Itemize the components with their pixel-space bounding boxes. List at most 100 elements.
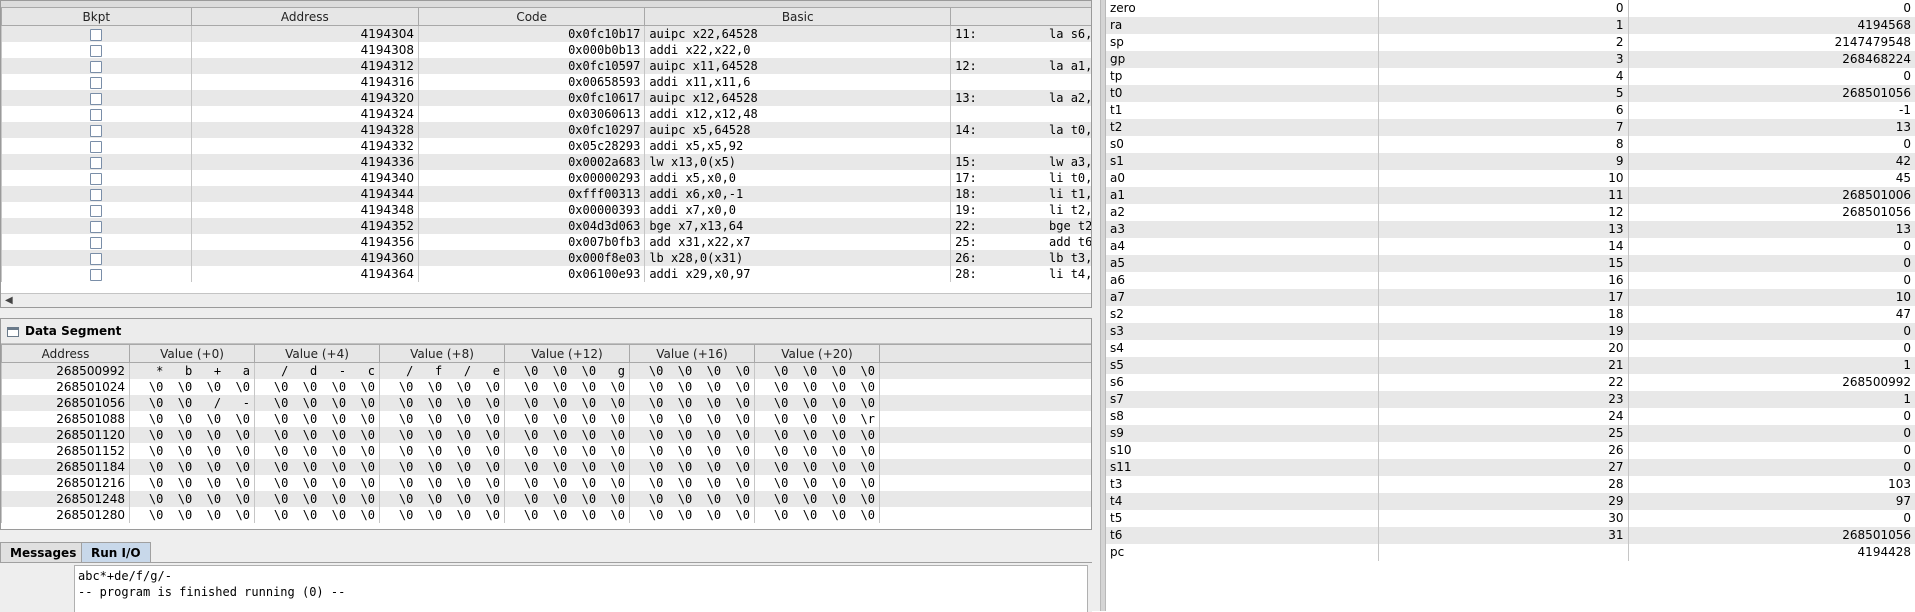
table-row[interactable]: 4194316 0x00658593 addi x11,x11,6 [1, 74, 1091, 90]
table-row[interactable]: 4194308 0x000b0b13 addi x22,x22,0 [1, 42, 1091, 58]
table-row[interactable]: 268501056 \0 \0 / - \0 \0 \0 \0 \0 \0 \0… [1, 395, 1091, 411]
breakpoint-checkbox[interactable] [90, 188, 103, 201]
table-row[interactable]: 4194328 0x0fc10297 auipc x5,64528 14: la t0… [1, 122, 1091, 138]
data-column-header[interactable]: Value (+0) [129, 344, 255, 363]
table-row[interactable]: 4194332 0x05c28293 addi x5,x5,92 [1, 138, 1091, 154]
breakpoint-checkbox[interactable] [90, 172, 103, 185]
register-row[interactable]: s11 27 0 [1106, 459, 1915, 476]
register-value[interactable]: 268501056 [1627, 85, 1915, 102]
breakpoint-checkbox[interactable] [90, 44, 103, 57]
bkpt-cell[interactable] [1, 42, 192, 58]
tab-messages[interactable]: Messages [0, 542, 87, 562]
register-row[interactable]: pc 4194428 [1106, 544, 1915, 561]
register-value[interactable]: 103 [1627, 476, 1915, 493]
register-value[interactable]: 0 [1627, 425, 1915, 442]
register-row[interactable]: t3 28 103 [1106, 476, 1915, 493]
bkpt-cell[interactable] [1, 266, 192, 282]
breakpoint-checkbox[interactable] [90, 92, 103, 105]
register-value[interactable]: 13 [1627, 119, 1915, 136]
register-row[interactable]: t4 29 97 [1106, 493, 1915, 510]
register-row[interactable]: s3 19 0 [1106, 323, 1915, 340]
register-row[interactable]: a0 10 45 [1106, 170, 1915, 187]
table-row[interactable]: 4194360 0x000f8e03 lb x28,0(x31) 26: lb t3, [1, 250, 1091, 266]
tab-run-io[interactable]: Run I/O [81, 542, 151, 562]
register-row[interactable]: t5 30 0 [1106, 510, 1915, 527]
register-value[interactable]: 0 [1627, 510, 1915, 527]
table-row[interactable]: 4194364 0x06100e93 addi x29,x0,97 28: li t4… [1, 266, 1091, 282]
register-value[interactable]: 0 [1627, 255, 1915, 272]
register-row[interactable]: sp 2 2147479548 [1106, 34, 1915, 51]
table-row[interactable]: 4194352 0x04d3d063 bge x7,x13,64 22: bge t2… [1, 218, 1091, 234]
bkpt-cell[interactable] [1, 138, 192, 154]
table-row[interactable]: 4194336 0x0002a683 lw x13,0(x5) 15: lw a3, [1, 154, 1091, 170]
register-row[interactable]: a5 15 0 [1106, 255, 1915, 272]
breakpoint-checkbox[interactable] [90, 140, 103, 153]
table-row[interactable]: 4194324 0x03060613 addi x12,x12,48 [1, 106, 1091, 122]
register-row[interactable]: t2 7 13 [1106, 119, 1915, 136]
bkpt-cell[interactable] [1, 58, 192, 74]
register-value[interactable]: 97 [1627, 493, 1915, 510]
breakpoint-checkbox[interactable] [90, 236, 103, 249]
breakpoint-checkbox[interactable] [90, 220, 103, 233]
register-value[interactable]: 268500992 [1627, 374, 1915, 391]
register-value[interactable]: 0 [1627, 340, 1915, 357]
register-row[interactable]: s4 20 0 [1106, 340, 1915, 357]
register-value[interactable]: 0 [1627, 136, 1915, 153]
register-row[interactable]: a7 17 10 [1106, 289, 1915, 306]
bkpt-cell[interactable] [1, 106, 192, 122]
register-row[interactable]: s1 9 42 [1106, 153, 1915, 170]
register-row[interactable]: s8 24 0 [1106, 408, 1915, 425]
table-row[interactable]: 268501280 \0 \0 \0 \0 \0 \0 \0 \0 \0 \0 … [1, 507, 1091, 523]
register-value[interactable]: 0 [1627, 323, 1915, 340]
bkpt-cell[interactable] [1, 250, 192, 266]
breakpoint-checkbox[interactable] [90, 204, 103, 217]
register-value[interactable]: 0 [1627, 408, 1915, 425]
register-value[interactable]: 4194568 [1627, 17, 1915, 34]
register-value[interactable]: 0 [1627, 0, 1915, 17]
column-header-basic[interactable]: Basic [644, 7, 952, 26]
register-row[interactable]: s7 23 1 [1106, 391, 1915, 408]
table-row[interactable]: 4194312 0x0fc10597 auipc x11,64528 12: la a… [1, 58, 1091, 74]
breakpoint-checkbox[interactable] [90, 76, 103, 89]
data-column-header[interactable]: Value (+8) [379, 344, 505, 363]
register-value[interactable]: 0 [1627, 459, 1915, 476]
bkpt-cell[interactable] [1, 90, 192, 106]
register-row[interactable]: s10 26 0 [1106, 442, 1915, 459]
register-row[interactable]: a6 16 0 [1106, 272, 1915, 289]
register-value[interactable]: 4194428 [1627, 544, 1915, 561]
register-value[interactable]: 0 [1627, 272, 1915, 289]
register-value[interactable]: 1 [1627, 357, 1915, 374]
column-header-address[interactable]: Address [190, 7, 420, 26]
run-io-output[interactable]: abc*+de/f/g/- -- program is finished run… [74, 565, 1088, 612]
register-value[interactable]: 0 [1627, 238, 1915, 255]
register-row[interactable]: tp 4 0 [1106, 68, 1915, 85]
column-header-code[interactable]: Code [418, 7, 646, 26]
table-row[interactable]: 268501152 \0 \0 \0 \0 \0 \0 \0 \0 \0 \0 … [1, 443, 1091, 459]
data-column-header[interactable]: Value (+4) [254, 344, 380, 363]
register-row[interactable]: t1 6 -1 [1106, 102, 1915, 119]
text-segment-horizontal-scrollbar[interactable]: ◀ [1, 293, 1091, 307]
register-row[interactable]: t6 31 268501056 [1106, 527, 1915, 544]
bkpt-cell[interactable] [1, 170, 192, 186]
register-row[interactable]: ra 1 4194568 [1106, 17, 1915, 34]
table-row[interactable]: 268501248 \0 \0 \0 \0 \0 \0 \0 \0 \0 \0 … [1, 491, 1091, 507]
table-row[interactable]: 4194348 0x00000393 addi x7,x0,0 19: li t2, [1, 202, 1091, 218]
bkpt-cell[interactable] [1, 74, 192, 90]
register-value[interactable]: 2147479548 [1627, 34, 1915, 51]
register-value[interactable]: 10 [1627, 289, 1915, 306]
table-row[interactable]: 4194340 0x00000293 addi x5,x0,0 17: li t0, [1, 170, 1091, 186]
register-row[interactable]: t0 5 268501056 [1106, 85, 1915, 102]
register-row[interactable]: s0 8 0 [1106, 136, 1915, 153]
table-row[interactable]: 268501120 \0 \0 \0 \0 \0 \0 \0 \0 \0 \0 … [1, 427, 1091, 443]
breakpoint-checkbox[interactable] [90, 268, 103, 281]
register-value[interactable]: 268501056 [1627, 204, 1915, 221]
breakpoint-checkbox[interactable] [90, 124, 103, 137]
data-column-header[interactable]: Address [1, 344, 130, 363]
bkpt-cell[interactable] [1, 25, 192, 42]
register-value[interactable]: 42 [1627, 153, 1915, 170]
register-row[interactable]: s6 22 268500992 [1106, 374, 1915, 391]
bkpt-cell[interactable] [1, 122, 192, 138]
breakpoint-checkbox[interactable] [90, 108, 103, 121]
table-row[interactable]: 268501216 \0 \0 \0 \0 \0 \0 \0 \0 \0 \0 … [1, 475, 1091, 491]
breakpoint-checkbox[interactable] [90, 28, 103, 41]
